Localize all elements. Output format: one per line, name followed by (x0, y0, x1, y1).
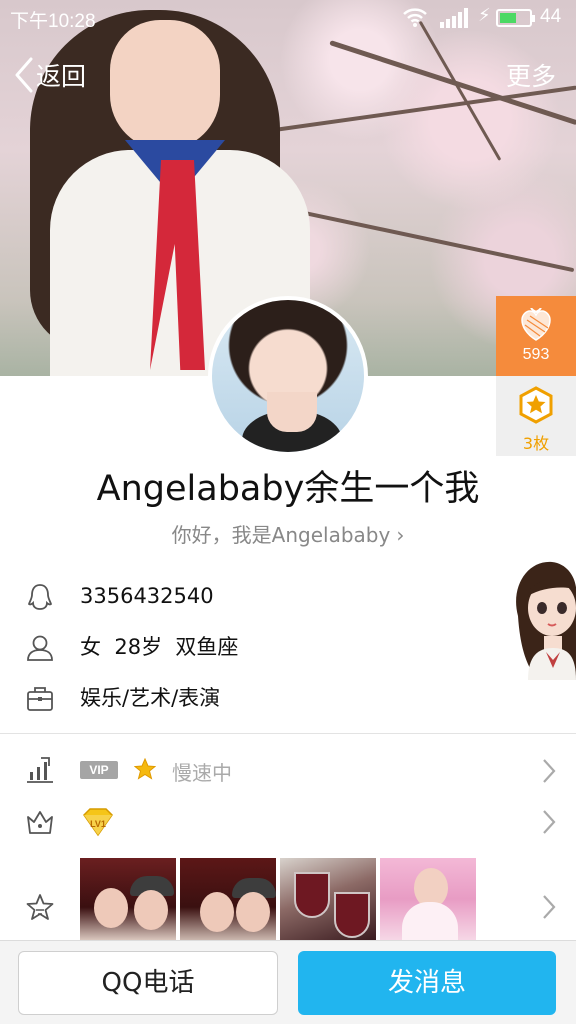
diamond-level-icon: LV1 (83, 808, 113, 837)
person-icon (27, 635, 53, 661)
crown-icon (27, 811, 53, 834)
section-divider (0, 733, 576, 734)
level-chart-icon (27, 757, 53, 783)
wifi-icon (403, 8, 427, 27)
chevron-right-icon (543, 895, 556, 919)
basic-info: 女 28岁 双鱼座 (80, 635, 239, 659)
more-button[interactable]: 更多 (506, 52, 556, 98)
medals-badge[interactable]: 3枚 (496, 376, 576, 456)
chevron-right-icon: › (396, 523, 405, 547)
vip-status: 慢速中 (172, 761, 232, 785)
penguin-icon (27, 584, 53, 610)
status-time: 下午10:28 (10, 11, 96, 32)
level-badge-text: LV1 (90, 819, 106, 829)
cartoon-sticker[interactable] (508, 556, 576, 680)
medals-count: 3枚 (522, 434, 550, 453)
photo-thumbnail[interactable] (180, 858, 276, 940)
qq-call-button[interactable]: QQ电话 (18, 951, 278, 1015)
bottom-action-bar: QQ电话 发消息 (0, 940, 576, 1024)
signal-icon (440, 8, 468, 28)
nickname: Angelababy余生一个我 (96, 469, 480, 509)
avatar[interactable] (208, 296, 368, 456)
likes-count: 593 (522, 346, 550, 363)
status-bar: 下午10:28 ⚡ 44 (0, 0, 576, 36)
vip-row[interactable]: VIP 慢速中 (0, 752, 576, 788)
basic-info-row: 女 28岁 双鱼座 (0, 621, 576, 671)
photo-thumbnail[interactable] (380, 858, 476, 940)
battery-icon (496, 9, 535, 27)
signature-text: 你好，我是Angelababy (171, 523, 391, 547)
nav-bar: 返回 更多 (0, 52, 576, 98)
photo-wall-row[interactable] (0, 858, 576, 940)
occupation: 娱乐/艺术/表演 (80, 686, 221, 710)
chevron-left-icon (15, 57, 33, 93)
gift-heart-icon (521, 307, 551, 341)
qq-number: 3356432540 (80, 584, 214, 608)
briefcase-icon (27, 687, 53, 711)
occupation-row: 娱乐/艺术/表演 (0, 672, 576, 722)
photo-thumbnails (80, 858, 476, 940)
back-label: 返回 (36, 62, 87, 91)
photo-thumbnail[interactable] (80, 858, 176, 940)
photo-thumbnail[interactable] (280, 858, 376, 940)
battery-level: 44 (540, 6, 562, 27)
likes-badge[interactable]: 593 (496, 296, 576, 376)
chevron-right-icon (543, 810, 556, 834)
star-badge-icon (26, 894, 54, 920)
charging-icon: ⚡ (478, 5, 491, 26)
chevron-right-icon (543, 759, 556, 783)
send-message-button[interactable]: 发消息 (298, 951, 556, 1015)
star-icon (134, 758, 156, 780)
level-row[interactable]: LV1 (0, 803, 576, 839)
vip-tag: VIP (80, 761, 118, 779)
qq-number-row: 3356432540 (0, 571, 576, 621)
star-medal-icon (519, 386, 553, 424)
back-button[interactable]: 返回 (14, 52, 86, 98)
signature[interactable]: 你好，我是Angelababy › (0, 519, 576, 548)
